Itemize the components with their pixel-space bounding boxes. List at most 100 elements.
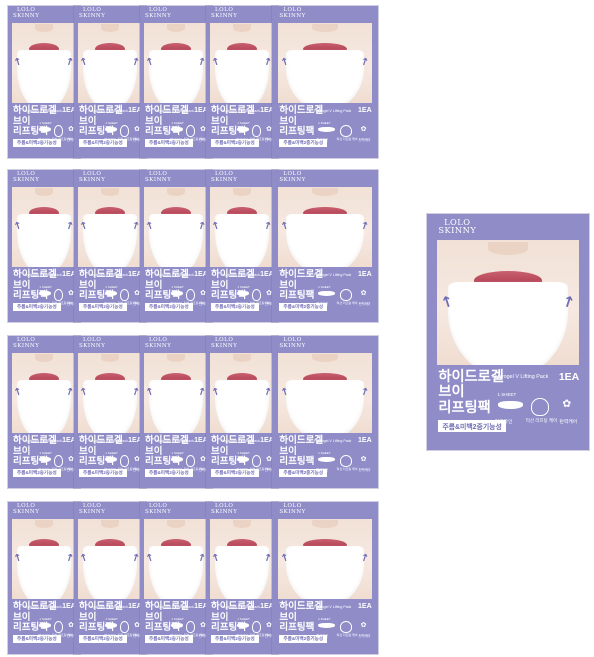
caption-face-line: 얼굴라인 xyxy=(316,468,329,473)
model-photo: ↑ ↑ xyxy=(144,518,208,600)
label-area: 하이드로겔 브이 리프팅팩 주름&미백2중기능성 Hydrogel V Lift… xyxy=(13,269,79,319)
caption-face-line: 얼굴라인 xyxy=(170,468,182,473)
sheet-icon xyxy=(237,456,249,462)
sheet-icon xyxy=(171,456,183,462)
model-photo: ↑ ↑ xyxy=(210,518,274,600)
sheet-count: 1 SHEET xyxy=(497,392,517,398)
count-label: 1EA xyxy=(558,371,580,384)
nose xyxy=(101,188,119,197)
sheet-count: 1 SHEET xyxy=(39,284,52,289)
model-photo: ↑ ↑ xyxy=(78,186,142,268)
label-area: 하이드로겔 브이 리프팅팩 주름&미백2중기능성 Hydrogel V Lift… xyxy=(13,105,79,155)
brand-line-2: SKINNY xyxy=(145,508,172,515)
face-outline-icon xyxy=(186,620,196,633)
caption-face-line: 얼굴라인 xyxy=(38,302,50,307)
v-line-mask xyxy=(17,214,71,268)
grid-pack-r2-c4: LOLO SKINNY ↑ ↑ 하이드로겔 브이 리프팅팩 주름&미백2중기능성… xyxy=(206,170,278,322)
brand-logo: LOLO SKINNY xyxy=(211,8,237,19)
english-product-name: Hydrogel V Lifting Pack xyxy=(492,374,549,381)
label-area: 하이드로겔 브이 리프팅팩 주름&미백2중기능성 Hydrogel V Lift… xyxy=(145,105,211,155)
brand-line-2: SKINNY xyxy=(145,342,172,349)
v-line-mask xyxy=(149,546,203,600)
label-area: 하이드로겔 브이 리프팅팩 주름&미백2중기능성 Hydrogel V Lift… xyxy=(438,369,580,446)
model-photo: ↑ ↑ xyxy=(278,22,372,104)
nose xyxy=(167,188,185,197)
brand-line-2: SKINNY xyxy=(279,508,306,515)
sheet-icon xyxy=(39,126,51,132)
brand-logo: LOLO SKINNY xyxy=(438,217,476,234)
v-line-mask xyxy=(448,282,568,366)
english-product-name: Hydrogel V Lifting Pack xyxy=(24,605,62,610)
v-line-mask xyxy=(285,380,365,434)
brand-line-2: SKINNY xyxy=(13,12,40,19)
sheet-count: 1 SHEET xyxy=(237,284,250,289)
grid-pack-r1-c2: LOLO SKINNY ↑ ↑ 하이드로겔 브이 리프팅팩 주름&미백2중기능성… xyxy=(74,6,146,158)
label-area: 하이드로겔 브이 리프팅팩 주름&미백2중기능성 Hydrogel V Lift… xyxy=(211,105,277,155)
face-outline-icon xyxy=(186,288,196,301)
model-photo: ↑ ↑ xyxy=(144,22,208,104)
brand-line-2: SKINNY xyxy=(211,12,238,19)
grid-pack-r1-c1: LOLO SKINNY ↑ ↑ 하이드로겔 브이 리프팅팩 주름&미백2중기능성… xyxy=(8,6,80,158)
brand-line-2: SKINNY xyxy=(279,176,306,183)
sheet-count: 1 SHEET xyxy=(171,450,184,455)
caption-face-line: 얼굴라인 xyxy=(104,634,116,639)
caption-elasticity: 탄력케어 xyxy=(358,634,371,639)
brand-line-2: SKINNY xyxy=(79,176,106,183)
v-line-mask xyxy=(83,546,137,600)
face-outline-icon xyxy=(186,454,196,467)
label-area: 하이드로겔 브이 리프팅팩 주름&미백2중기능성 Hydrogel V Lift… xyxy=(279,601,372,651)
v-line-mask xyxy=(83,214,137,268)
caption-face-line: 얼굴라인 xyxy=(236,138,248,143)
sheet-icon xyxy=(318,456,335,462)
face-outline-icon xyxy=(340,454,353,467)
face-outline-icon xyxy=(54,454,64,467)
nose xyxy=(311,354,339,363)
brand-line-2: SKINNY xyxy=(79,508,106,515)
english-product-name: Hydrogel V Lifting Pack xyxy=(90,273,128,278)
brand-line-2: SKINNY xyxy=(79,342,106,349)
v-line-mask xyxy=(285,546,365,600)
label-area: 하이드로겔 브이 리프팅팩 주름&미백2중기능성 Hydrogel V Lift… xyxy=(145,601,211,651)
label-area: 하이드로겔 브이 리프팅팩 주름&미백2중기능성 Hydrogel V Lift… xyxy=(79,105,145,155)
v-line-mask xyxy=(17,380,71,434)
label-area: 하이드로겔 브이 리프팅팩 주름&미백2중기능성 Hydrogel V Lift… xyxy=(13,435,79,485)
brand-logo: LOLO SKINNY xyxy=(13,504,39,515)
v-line-mask xyxy=(285,214,365,268)
face-outline-icon xyxy=(120,124,130,137)
english-product-name: Hydrogel V Lifting Pack xyxy=(24,439,62,444)
brand-line-2: SKINNY xyxy=(279,342,306,349)
caption-face-line: 얼굴라인 xyxy=(316,138,329,143)
grid-pack-r1-c5: LOLO SKINNY ↑ ↑ 하이드로겔 브이 리프팅팩 주름&미백2중기능성… xyxy=(272,6,378,158)
english-product-name: Hydrogel V Lifting Pack xyxy=(222,605,260,610)
english-product-name: Hydrogel V Lifting Pack xyxy=(314,273,352,278)
care-sparkle-icon: ✿ xyxy=(360,288,367,297)
face-outline-icon xyxy=(252,288,262,301)
caption-face-line: 얼굴라인 xyxy=(104,302,116,307)
sheet-icon xyxy=(237,290,249,296)
sheet-count: 1 SHEET xyxy=(237,616,250,621)
label-area: 하이드로겔 브이 리프팅팩 주름&미백2중기능성 Hydrogel V Lift… xyxy=(79,269,145,319)
brand-logo: LOLO SKINNY xyxy=(279,504,305,515)
count-label: 1EA xyxy=(358,107,372,115)
v-line-mask xyxy=(285,50,365,104)
v-line-mask xyxy=(83,50,137,104)
sheet-icon xyxy=(237,622,249,628)
face-outline-icon xyxy=(120,454,130,467)
caption-jaw-lifting: 턱선 리프팅 케어 xyxy=(336,633,358,638)
label-area: 하이드로겔 브이 리프팅팩 주름&미백2중기능성 Hydrogel V Lift… xyxy=(279,269,372,319)
label-area: 하이드로겔 브이 리프팅팩 주름&미백2중기능성 Hydrogel V Lift… xyxy=(79,435,145,485)
sheet-count: 1 SHEET xyxy=(39,120,52,125)
sheet-count: 1 SHEET xyxy=(237,120,250,125)
brand-line-2: SKINNY xyxy=(211,342,238,349)
english-product-name: Hydrogel V Lifting Pack xyxy=(156,605,194,610)
lift-arrow-right-icon: ↑ xyxy=(560,291,578,313)
nose xyxy=(101,24,119,33)
grid-pack-r2-c3: LOLO SKINNY ↑ ↑ 하이드로겔 브이 리프팅팩 주름&미백2중기능성… xyxy=(140,170,212,322)
label-area: 하이드로겔 브이 리프팅팩 주름&미백2중기능성 Hydrogel V Lift… xyxy=(279,105,372,155)
face-outline-icon xyxy=(531,398,549,416)
brand-logo: LOLO SKINNY xyxy=(211,172,237,183)
sheet-icon xyxy=(105,126,117,132)
brand-line-2: SKINNY xyxy=(211,508,238,515)
grid-pack-r4-c2: LOLO SKINNY ↑ ↑ 하이드로겔 브이 리프팅팩 주름&미백2중기능성… xyxy=(74,502,146,654)
nose xyxy=(488,242,528,255)
